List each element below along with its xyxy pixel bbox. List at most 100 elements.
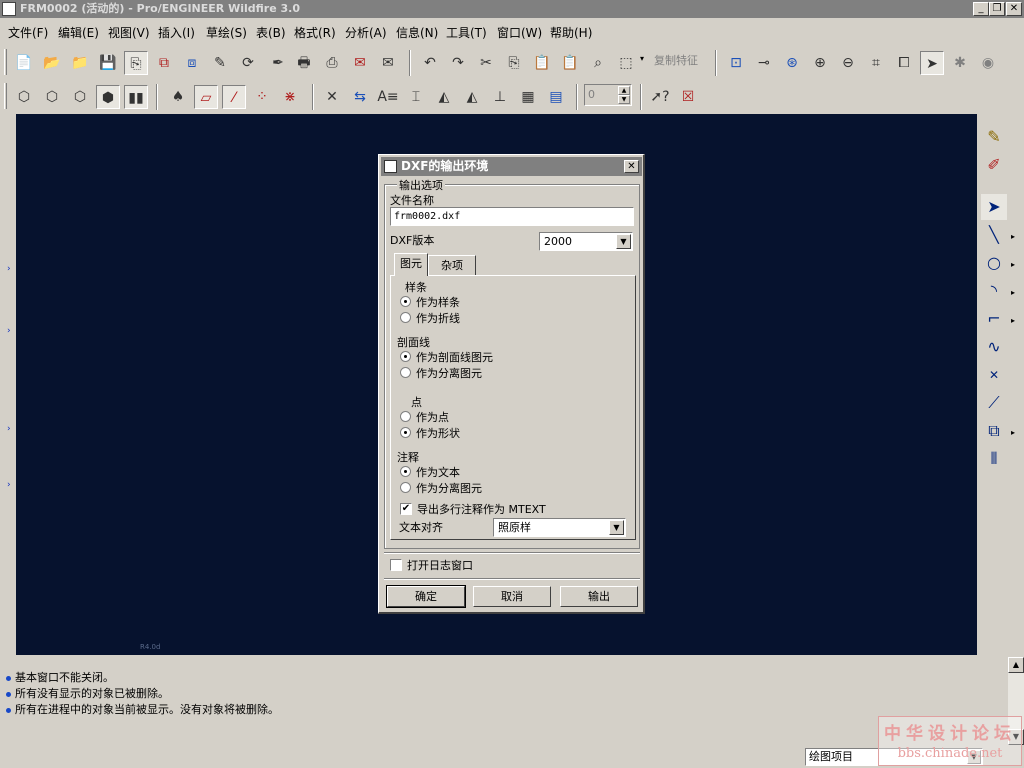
spline-as-polyline-label[interactable]: 作为折线: [416, 310, 460, 326]
spade-icon[interactable]: ♠: [166, 85, 190, 109]
datum-plane-icon[interactable]: ▱: [194, 85, 218, 109]
paste-icon[interactable]: 📋: [530, 51, 554, 75]
sheet-spinner[interactable]: 0 ▲ ▼: [584, 84, 632, 106]
mail-attach-icon[interactable]: ✉: [376, 51, 400, 75]
backup-icon[interactable]: ⧉: [152, 51, 176, 75]
menu-window[interactable]: 窗口(W): [497, 24, 542, 41]
menu-info[interactable]: 信息(N): [396, 24, 438, 41]
note-as-separate-label[interactable]: 作为分离图元: [416, 480, 482, 496]
spin-down-icon[interactable]: ▼: [618, 95, 630, 104]
restore-button[interactable]: ❐: [989, 2, 1005, 16]
chamfer-tool-icon[interactable]: ⟋: [981, 390, 1007, 416]
select-arrow-icon[interactable]: ➤: [920, 51, 944, 75]
select-tool-icon[interactable]: ➤: [981, 194, 1007, 220]
expand-arrow-icon[interactable]: ›: [7, 424, 11, 434]
arc-more-icon[interactable]: ▸: [1011, 288, 1015, 297]
hide-icon[interactable]: ✱: [948, 51, 972, 75]
update-table-icon[interactable]: ▤: [544, 85, 568, 109]
new-file-icon[interactable]: 📄: [12, 51, 36, 75]
shading-icon[interactable]: ⬢: [96, 85, 120, 109]
spin-center-icon[interactable]: ⊛: [780, 51, 804, 75]
print-icon[interactable]: 🖶: [292, 51, 316, 75]
circle-tool-icon[interactable]: ○: [981, 250, 1007, 276]
dialog-title-bar[interactable]: DXF的输出环境 ✕: [381, 157, 642, 176]
table-icon[interactable]: ▦: [516, 85, 540, 109]
paste-special-icon[interactable]: 📋: [558, 51, 582, 75]
close-button[interactable]: ✕: [1006, 2, 1022, 16]
menu-edit[interactable]: 编辑(E): [58, 24, 99, 41]
context-help-icon[interactable]: ➚?: [648, 85, 672, 109]
chevron-down-icon[interactable]: ▼: [609, 520, 624, 535]
dxf-version-select[interactable]: 2000 ▼: [539, 232, 633, 251]
select-box-icon[interactable]: ⬚: [614, 51, 638, 75]
note-as-text-radio[interactable]: [400, 466, 411, 477]
hatch-as-entity-label[interactable]: 作为剖面线图元: [416, 349, 493, 365]
expand-arrow-icon[interactable]: ›: [7, 326, 11, 336]
save-icon[interactable]: 💾: [96, 51, 120, 75]
text-align-select[interactable]: 照原样 ▼: [493, 518, 626, 537]
zoom-out-icon[interactable]: ⊖: [836, 51, 860, 75]
point-as-point-label[interactable]: 作为点: [416, 409, 449, 425]
spline-tool-icon[interactable]: ∿: [981, 334, 1007, 360]
scroll-up-icon[interactable]: ▲: [1008, 657, 1024, 673]
mirror-tool-icon[interactable]: ⫴: [981, 446, 1007, 472]
save-copy-icon[interactable]: ⎘: [124, 51, 148, 75]
open-file-icon[interactable]: 📂: [40, 51, 64, 75]
mtext-label[interactable]: 导出多行注释作为 MTEXT: [417, 501, 546, 517]
zoom-in-icon[interactable]: ⊕: [808, 51, 832, 75]
fillet-tool-icon[interactable]: ⌐: [981, 306, 1007, 332]
undo-icon[interactable]: ↶: [418, 51, 442, 75]
expand-arrow-icon[interactable]: ›: [7, 264, 11, 274]
mail-icon[interactable]: ✉: [348, 51, 372, 75]
hatch-as-entity-radio[interactable]: [400, 351, 411, 362]
menu-help[interactable]: 帮助(H): [550, 24, 592, 41]
copy-icon[interactable]: ⎘: [502, 51, 526, 75]
erase-icon[interactable]: ✎: [208, 51, 232, 75]
hierarchy-icon[interactable]: ⊥: [488, 85, 512, 109]
datum-point-icon[interactable]: ⁘: [250, 85, 274, 109]
filename-input[interactable]: frm0002.dxf: [390, 207, 634, 226]
mtext-checkbox[interactable]: ✔: [400, 503, 412, 515]
orient-icon[interactable]: ⧠: [892, 51, 916, 75]
spline-as-spline-label[interactable]: 作为样条: [416, 294, 460, 310]
spline-as-spline-radio[interactable]: [400, 296, 411, 307]
menu-tools[interactable]: 工具(T): [446, 24, 487, 41]
eye-icon[interactable]: ◉: [976, 51, 1000, 75]
refit-icon[interactable]: ⌗: [864, 51, 888, 75]
menu-sketch[interactable]: 草绘(S): [206, 24, 247, 41]
chevron-down-icon[interactable]: ▼: [616, 234, 631, 249]
spline-as-polyline-radio[interactable]: [400, 312, 411, 323]
coord-sys-icon[interactable]: ⋇: [278, 85, 302, 109]
menu-analysis[interactable]: 分析(A): [345, 24, 387, 41]
point-as-shape-radio[interactable]: [400, 427, 411, 438]
redraw-icon[interactable]: ⊡: [724, 51, 748, 75]
menu-format[interactable]: 格式(R): [294, 24, 336, 41]
expand-arrow-icon[interactable]: ›: [7, 480, 11, 490]
offset-tool-icon[interactable]: ⧉: [981, 418, 1007, 444]
log-window-checkbox[interactable]: [390, 559, 402, 571]
cut-icon[interactable]: ✂: [474, 51, 498, 75]
point-tool-icon[interactable]: ✕: [981, 362, 1007, 388]
line-more-icon[interactable]: ▸: [1011, 232, 1015, 241]
datum-display-icon[interactable]: ⊸: [752, 51, 776, 75]
pen-icon[interactable]: ✒: [266, 51, 290, 75]
chevron-down-icon[interactable]: ▾: [640, 54, 644, 63]
tab-misc[interactable]: 杂项: [428, 255, 476, 276]
tab-entities[interactable]: 图元: [394, 253, 428, 276]
redo-icon[interactable]: ↷: [446, 51, 470, 75]
menu-view[interactable]: 视图(V): [108, 24, 150, 41]
note-as-text-label[interactable]: 作为文本: [416, 464, 460, 480]
text-style-icon[interactable]: A≡: [376, 85, 400, 109]
print-preview-icon[interactable]: ⎙: [320, 51, 344, 75]
circle-more-icon[interactable]: ▸: [1011, 260, 1015, 269]
ok-button[interactable]: 确定: [386, 585, 466, 608]
draft-tool-icon[interactable]: ✎: [981, 124, 1007, 150]
wireframe-icon[interactable]: ⬡: [12, 85, 36, 109]
menu-insert[interactable]: 插入(I): [158, 24, 195, 41]
no-hidden-icon[interactable]: ⬡: [68, 85, 92, 109]
dimension-icon[interactable]: ⌶: [404, 85, 428, 109]
point-as-point-radio[interactable]: [400, 411, 411, 422]
surface-finish-icon[interactable]: ◭: [432, 85, 456, 109]
symbol-icon[interactable]: ◭: [460, 85, 484, 109]
hidden-line-icon[interactable]: ⬡: [40, 85, 64, 109]
